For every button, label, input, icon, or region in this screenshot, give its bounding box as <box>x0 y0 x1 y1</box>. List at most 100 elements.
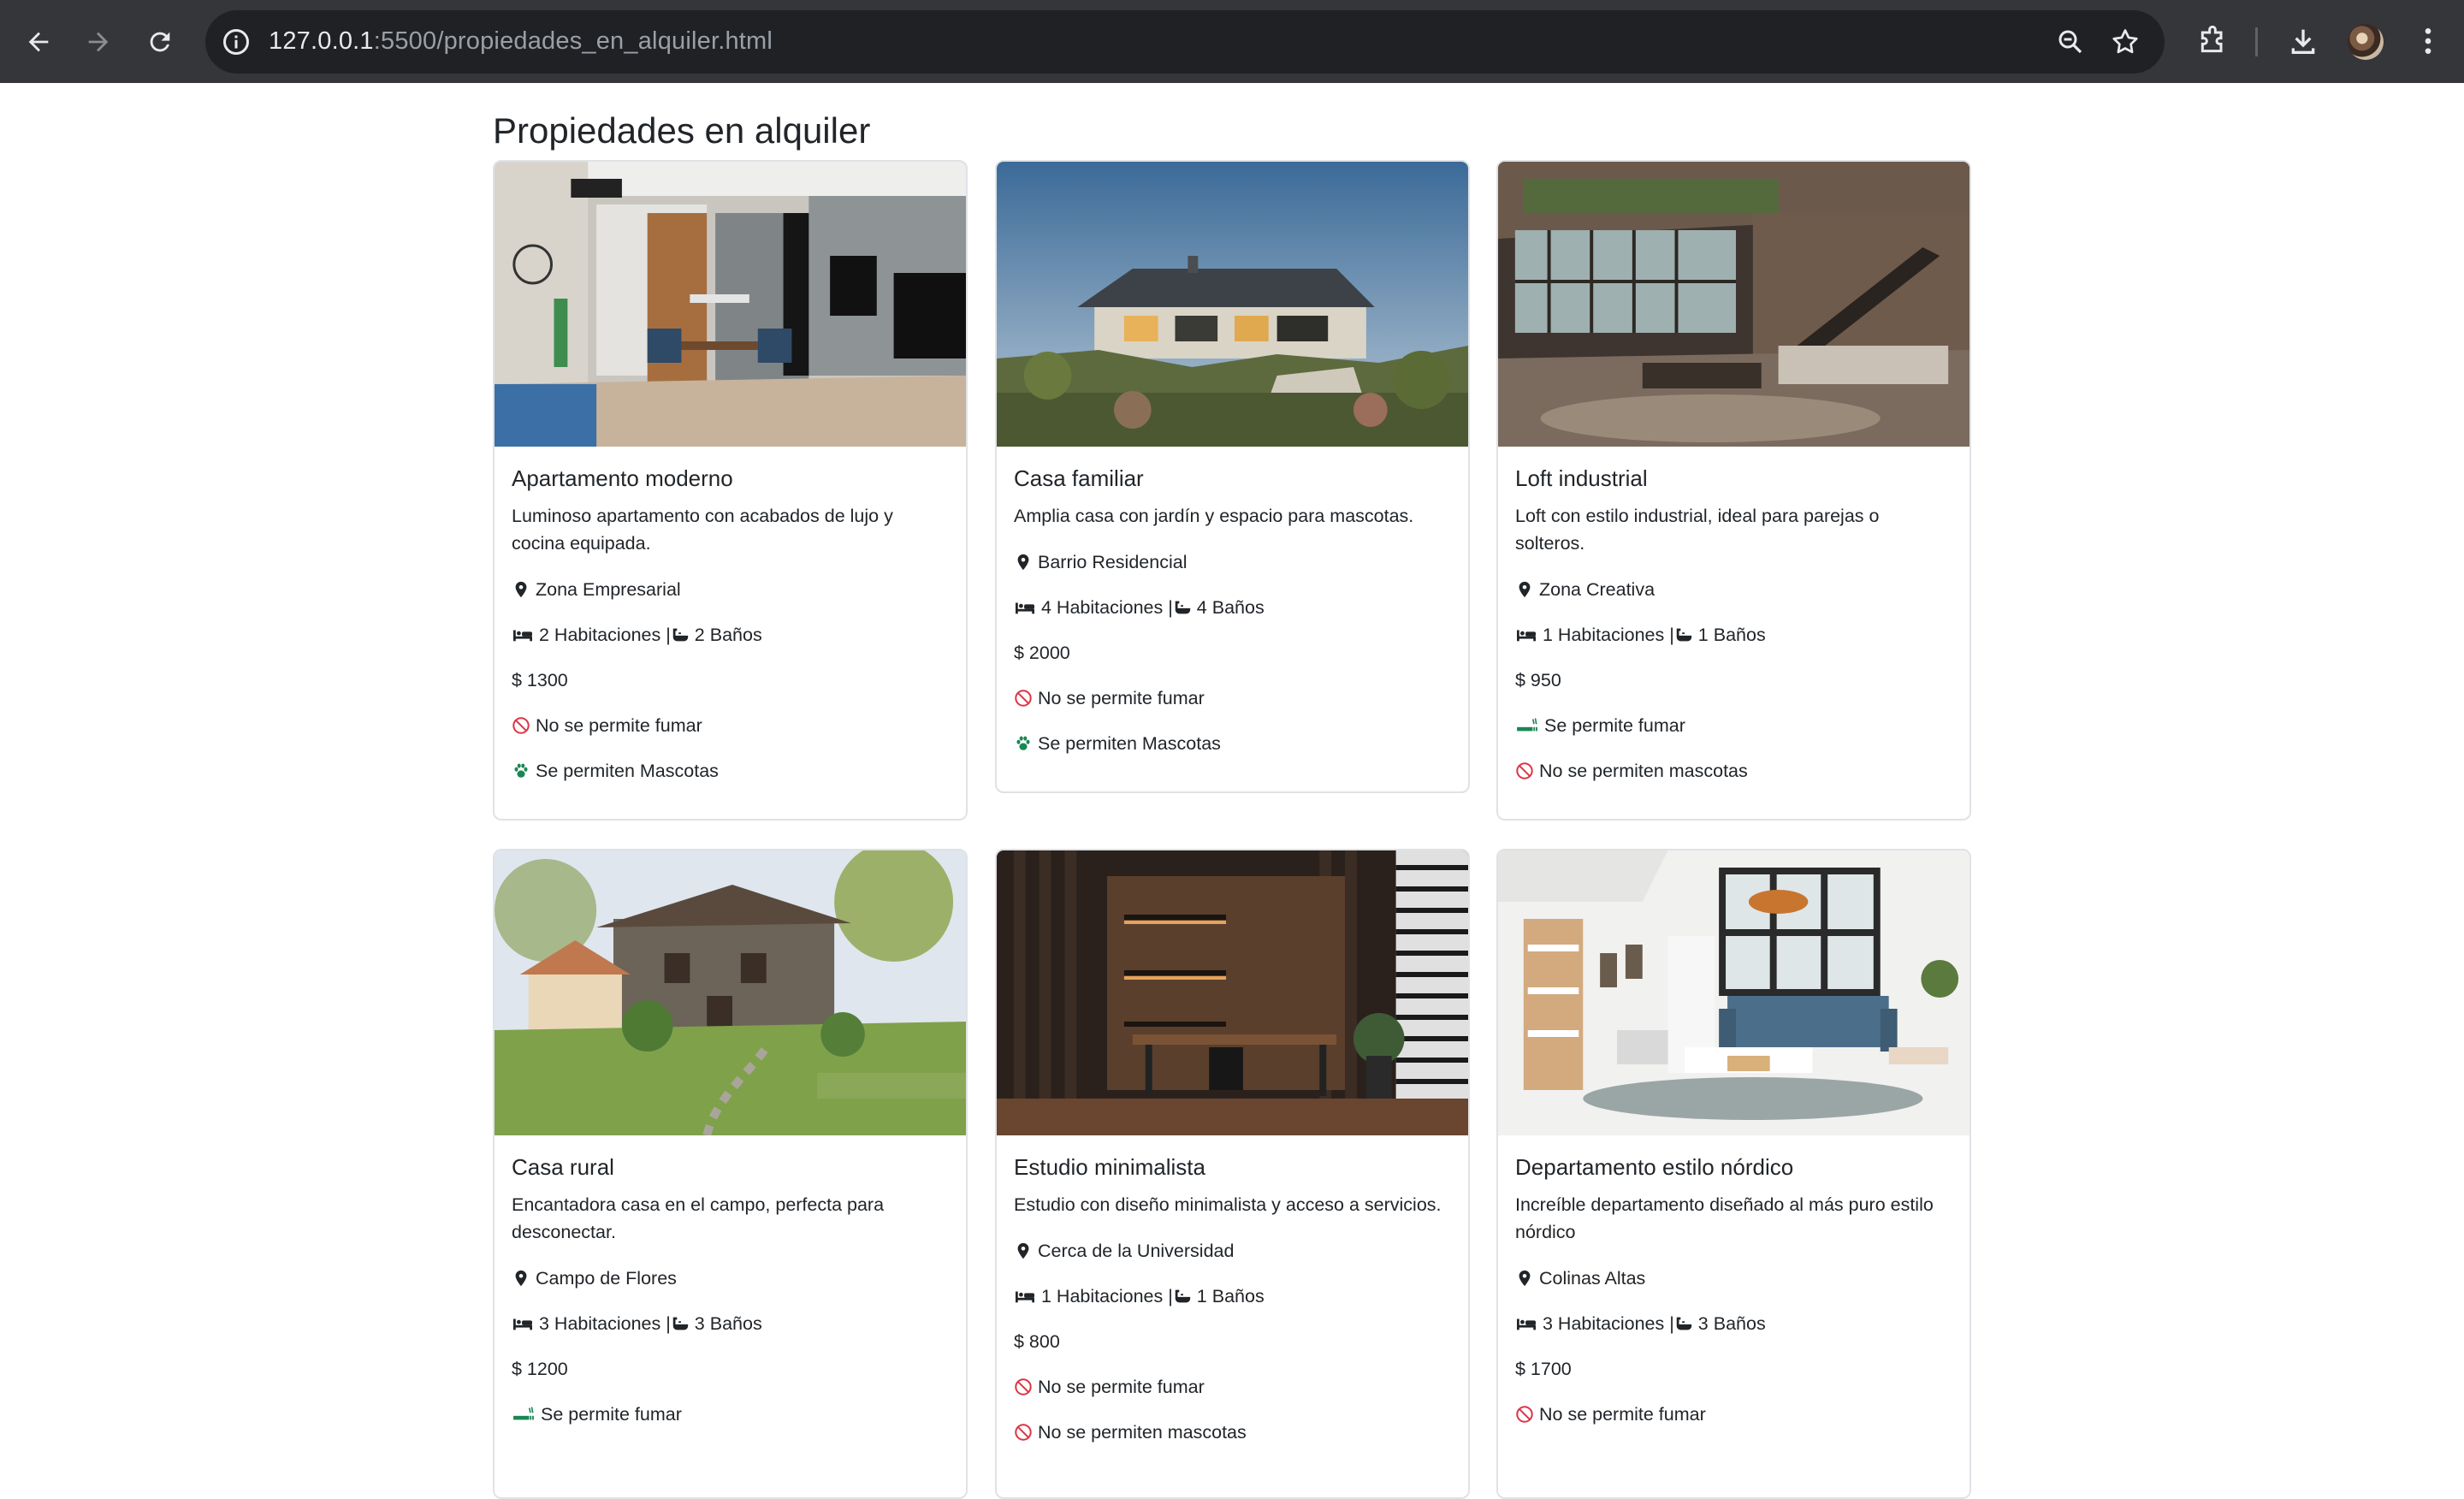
no-smoking-icon <box>512 716 530 735</box>
property-photo <box>997 162 1468 447</box>
pets-row: Se permiten Mascotas <box>1014 730 1451 757</box>
baths-text: 4 Baños <box>1196 597 1265 619</box>
smoking-icon <box>512 1405 536 1424</box>
property-photo <box>997 850 1468 1135</box>
rooms-row: 3 Habitaciones | 3 Baños <box>1515 1310 1952 1337</box>
card-description: Luminoso apartamento con acabados de luj… <box>512 506 893 554</box>
arrow-left-icon <box>28 32 49 52</box>
rooms-row: 1 Habitaciones | 1 Baños <box>1014 1283 1451 1310</box>
property-card: Loft industrial Loft con estilo industri… <box>1496 160 1971 821</box>
forward-button[interactable] <box>79 22 118 62</box>
no-pets-icon <box>1014 1423 1033 1442</box>
bath-icon <box>1674 625 1693 644</box>
baths-text: 3 Baños <box>694 1313 762 1335</box>
reload-button[interactable] <box>140 22 180 62</box>
site-info-icon[interactable] <box>221 27 252 57</box>
url-path: :5500/propiedades_en_alquiler.html <box>373 27 773 55</box>
pets-row: No se permiten mascotas <box>1014 1419 1451 1446</box>
bed-icon <box>1515 625 1537 644</box>
price-text: $ 2000 <box>1014 643 1070 664</box>
baths-text: 2 Baños <box>694 625 762 646</box>
property-card: Casa rural Encantadora casa en el campo,… <box>493 849 968 1499</box>
bed-icon <box>1515 1314 1537 1333</box>
property-photo <box>1498 850 1969 1135</box>
location-text: Zona Empresarial <box>536 579 681 601</box>
address-bar[interactable]: 127.0.0.1:5500/propiedades_en_alquiler.h… <box>205 10 2165 74</box>
back-button[interactable] <box>19 22 58 62</box>
pets-row: Se permiten Mascotas <box>512 757 949 785</box>
location-text: Zona Creativa <box>1539 579 1656 601</box>
map-marker-icon <box>512 580 530 599</box>
location-row: Zona Empresarial <box>512 576 949 603</box>
location-text: Campo de Flores <box>536 1268 677 1289</box>
card-title: Casa rural <box>512 1154 614 1180</box>
bath-icon <box>671 1314 690 1333</box>
card-body: Departamento estilo nórdico Increíble de… <box>1498 1135 1969 1445</box>
bed-icon <box>1014 1287 1036 1306</box>
property-photo <box>495 162 966 447</box>
price-text: $ 950 <box>1515 670 1561 691</box>
location-text: Cerca de la Universidad <box>1038 1241 1235 1262</box>
smoking-row: No se permite fumar <box>512 712 949 739</box>
rooms-text: 1 Habitaciones | <box>1041 1286 1173 1307</box>
menu-kebab-icon[interactable] <box>2411 24 2445 58</box>
pets-text: No se permiten mascotas <box>1539 761 1748 782</box>
card-body: Casa rural Encantadora casa en el campo,… <box>495 1135 966 1445</box>
profile-avatar[interactable] <box>2348 24 2384 60</box>
baths-text: 1 Baños <box>1697 625 1766 646</box>
property-card: Estudio minimalista Estudio con diseño m… <box>995 849 1470 1499</box>
smoking-row: Se permite fumar <box>512 1401 949 1428</box>
no-smoking-icon <box>1515 1405 1534 1424</box>
card-title: Estudio minimalista <box>1014 1154 1205 1180</box>
rooms-row: 1 Habitaciones | 1 Baños <box>1515 621 1952 649</box>
paw-icon <box>512 761 530 780</box>
map-marker-icon <box>1515 580 1534 599</box>
card-body: Loft industrial Loft con estilo industri… <box>1498 447 1969 802</box>
no-smoking-icon <box>1014 689 1033 708</box>
smoking-text: No se permite fumar <box>1038 688 1205 709</box>
price-text: $ 1200 <box>512 1359 568 1380</box>
smoking-text: Se permite fumar <box>1544 715 1685 737</box>
card-body: Casa familiar Amplia casa con jardín y e… <box>997 447 1468 774</box>
price-text: $ 1700 <box>1515 1359 1572 1380</box>
extensions-icon[interactable] <box>2195 24 2230 58</box>
download-icon[interactable] <box>2286 24 2320 58</box>
card-title: Casa familiar <box>1014 465 1144 491</box>
rooms-text: 2 Habitaciones | <box>539 625 671 646</box>
property-photo <box>1498 162 1969 447</box>
pets-text: No se permiten mascotas <box>1038 1422 1247 1443</box>
location-row: Colinas Altas <box>1515 1265 1952 1292</box>
rooms-row: 2 Habitaciones | 2 Baños <box>512 621 949 649</box>
rooms-text: 4 Habitaciones | <box>1041 597 1173 619</box>
smoking-text: No se permite fumar <box>536 715 702 737</box>
card-description: Estudio con diseño minimalista y acceso … <box>1014 1194 1442 1216</box>
card-description: Amplia casa con jardín y espacio para ma… <box>1014 506 1414 527</box>
rooms-text: 3 Habitaciones | <box>1543 1313 1674 1335</box>
property-card: Departamento estilo nórdico Increíble de… <box>1496 849 1971 1499</box>
zoom-icon[interactable] <box>2055 27 2086 57</box>
baths-text: 1 Baños <box>1196 1286 1265 1307</box>
smoking-text: Se permite fumar <box>541 1404 682 1425</box>
location-text: Colinas Altas <box>1539 1268 1646 1289</box>
location-row: Cerca de la Universidad <box>1014 1237 1451 1265</box>
bed-icon <box>512 1314 534 1333</box>
smoking-text: No se permite fumar <box>1539 1404 1706 1425</box>
bookmark-star-icon[interactable] <box>2110 27 2141 57</box>
baths-text: 3 Baños <box>1697 1313 1766 1335</box>
price-text: $ 800 <box>1014 1331 1060 1353</box>
pets-text: Se permiten Mascotas <box>1038 733 1221 755</box>
card-description: Loft con estilo industrial, ideal para p… <box>1515 506 1880 554</box>
card-title: Apartamento moderno <box>512 465 733 491</box>
page-content: Propiedades en alquiler Apartamento mode… <box>0 83 2464 1499</box>
card-body: Estudio minimalista Estudio con diseño m… <box>997 1135 1468 1463</box>
location-text: Barrio Residencial <box>1038 552 1188 573</box>
location-row: Campo de Flores <box>512 1265 949 1292</box>
reload-icon <box>150 32 170 52</box>
location-row: Barrio Residencial <box>1014 548 1451 576</box>
card-title: Departamento estilo nórdico <box>1515 1154 1794 1180</box>
no-smoking-icon <box>1014 1378 1033 1396</box>
url-text[interactable]: 127.0.0.1:5500/propiedades_en_alquiler.h… <box>269 27 773 56</box>
no-pets-icon <box>1515 761 1534 780</box>
price-text: $ 1300 <box>512 670 568 691</box>
property-card: Casa familiar Amplia casa con jardín y e… <box>995 160 1470 793</box>
